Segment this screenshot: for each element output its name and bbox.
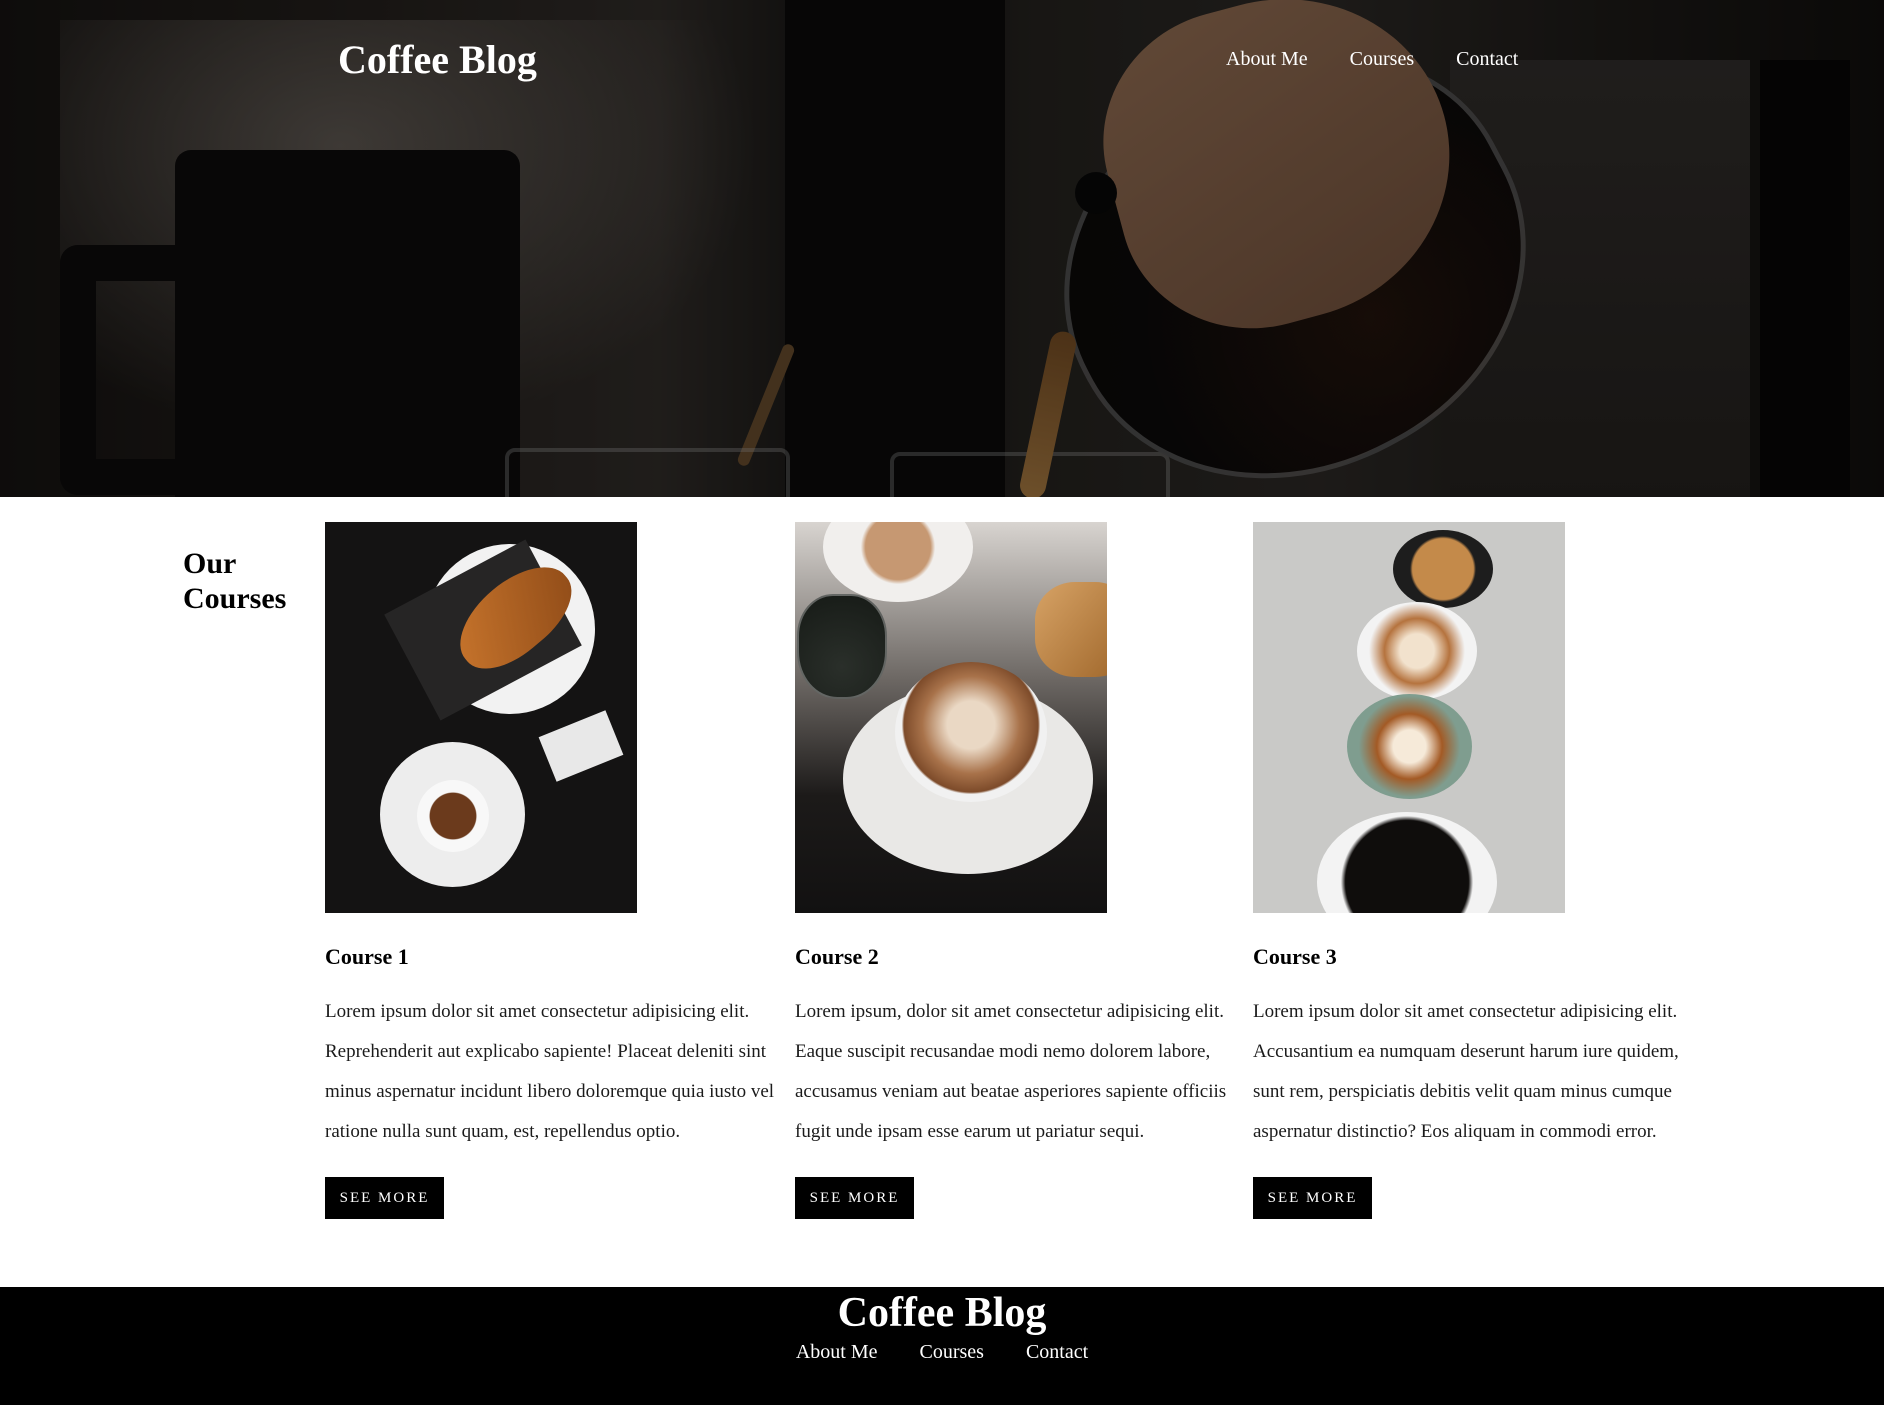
course-card-1: Course 1 Lorem ipsum dolor sit amet cons… [325,522,775,1219]
footer-link-courses[interactable]: Courses [920,1341,984,1364]
background-cup-shape [823,522,973,602]
course-3-image[interactable] [1253,522,1565,913]
latte-cup-shape [1357,602,1477,700]
course-2-see-more-button[interactable]: SEE MORE [795,1177,914,1219]
course-1-title: Course 1 [325,944,409,969]
nav-link-courses[interactable]: Courses [1350,48,1414,71]
course-1-image[interactable] [325,522,637,913]
course-1-see-more-button[interactable]: SEE MORE [325,1177,444,1219]
footer-link-about-me[interactable]: About Me [796,1341,878,1364]
espresso-cup-shape [417,780,489,852]
espresso-cup-shape [1393,530,1493,608]
course-2-image[interactable] [795,522,1107,913]
course-3-title: Course 3 [1253,944,1337,969]
course-3-description: Lorem ipsum dolor sit amet consectetur a… [1253,1001,1679,1142]
footer: Coffee Blog About Me Courses Contact [0,1287,1884,1405]
sugar-packet-shape [538,710,624,782]
course-3-see-more-button[interactable]: SEE MORE [1253,1177,1372,1219]
heart-latte-cup-shape [1347,694,1472,799]
top-nav: Coffee Blog About Me Courses Contact [0,0,1884,120]
course-1-description: Lorem ipsum dolor sit amet consectetur a… [325,1001,775,1142]
black-coffee-cup-shape [1317,812,1497,913]
course-card-3: Course 3 Lorem ipsum dolor sit amet cons… [1253,522,1703,1219]
footer-link-contact[interactable]: Contact [1026,1341,1088,1364]
course-2-title: Course 2 [795,944,879,969]
course-2-description: Lorem ipsum, dolor sit amet consectetur … [795,1001,1227,1142]
course-card-2: Course 2 Lorem ipsum, dolor sit amet con… [795,522,1245,1219]
nav-link-about-me[interactable]: About Me [1226,48,1308,71]
latte-cup-shape [895,662,1047,802]
footer-nav-links: About Me Courses Contact [0,1341,1884,1364]
footer-logo[interactable]: Coffee Blog [0,1289,1884,1337]
plant-glass-shape [797,594,887,699]
pastry-shape [1035,582,1107,677]
hero-banner: Coffee Blog About Me Courses Contact [0,0,1884,497]
top-nav-links: About Me Courses Contact [1226,48,1518,71]
site-logo[interactable]: Coffee Blog [338,36,537,83]
courses-section-title: Our Courses [183,547,287,615]
nav-link-contact[interactable]: Contact [1456,48,1518,71]
